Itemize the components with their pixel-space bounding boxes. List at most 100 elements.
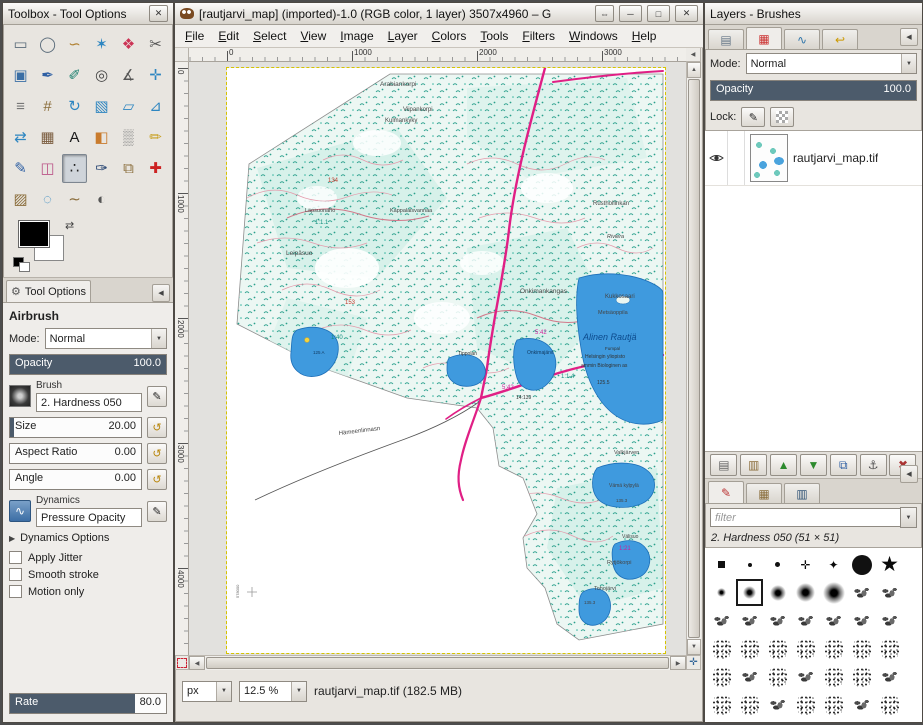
brush-item-33[interactable] — [848, 663, 875, 690]
scroll-left-arrow[interactable]: ◀ — [189, 656, 205, 670]
paint-mode-select[interactable]: Normal ▼ — [45, 328, 167, 349]
brush-item-28[interactable] — [708, 663, 735, 690]
anchor-layer-button[interactable]: ⚓ — [860, 454, 887, 476]
brush-item-35[interactable] — [708, 691, 735, 718]
brush-item-29[interactable] — [736, 663, 763, 690]
brush-item-41[interactable] — [876, 691, 903, 718]
tab-tool-options[interactable]: ⚙ Tool Options — [6, 280, 91, 302]
menu-help[interactable]: Help — [625, 27, 664, 45]
brush-item-14[interactable] — [708, 607, 735, 634]
brush-item-20[interactable] — [876, 607, 903, 634]
layers-titlebar[interactable]: Layers - Brushes — [705, 3, 922, 25]
vertical-scroll-thumb[interactable] — [688, 79, 700, 638]
tool-blend[interactable]: ▒ — [116, 123, 141, 152]
tool-shear[interactable]: ▱ — [116, 92, 141, 121]
brush-item-32[interactable] — [820, 663, 847, 690]
layer-thumbnail[interactable] — [750, 134, 788, 182]
brush-item-10[interactable] — [792, 579, 819, 606]
tool-alignment[interactable]: ≡ — [8, 92, 33, 121]
brush-item-4[interactable]: ✦ — [820, 551, 847, 578]
brush-item-12[interactable] — [848, 579, 875, 606]
brush-item-40[interactable] — [848, 691, 875, 718]
layers-tab[interactable]: ▤ — [708, 29, 744, 49]
new-layer-group-button[interactable]: ▥ — [740, 454, 767, 476]
tool-scale[interactable]: ▧ — [89, 92, 114, 121]
tool-text[interactable]: A — [62, 123, 87, 152]
tool-scissors-select[interactable]: ✂ — [143, 30, 168, 59]
channels-tab[interactable]: ▦ — [746, 27, 782, 49]
tool-rotate[interactable]: ↻ — [62, 92, 87, 121]
brush-item-17[interactable] — [792, 607, 819, 634]
brush-select[interactable]: 2. Hardness 050 — [36, 393, 142, 412]
brush-item-31[interactable] — [792, 663, 819, 690]
brush-item-39[interactable] — [820, 691, 847, 718]
brush-item-0[interactable] — [708, 551, 735, 578]
title-extra-button[interactable]: ⇔ — [595, 5, 614, 22]
tool-ink[interactable]: ✑ — [89, 154, 114, 183]
brush-item-18[interactable] — [820, 607, 847, 634]
tool-free-select[interactable]: ∽ — [62, 30, 87, 59]
brush-item-1[interactable] — [736, 551, 763, 578]
tool-measure[interactable]: ∡ — [116, 61, 141, 90]
menu-image[interactable]: Image — [333, 27, 380, 45]
visibility-toggle[interactable] — [705, 131, 728, 185]
toolbox-close-button[interactable]: ✕ — [149, 5, 168, 22]
brush-item-3[interactable]: ✛ — [792, 551, 819, 578]
swap-colors-button[interactable]: ⇄ — [65, 219, 74, 232]
brush-item-27[interactable] — [876, 635, 903, 662]
close-button[interactable]: ✕ — [675, 5, 698, 22]
tool-smudge[interactable]: ∼ — [62, 185, 87, 214]
image-page[interactable]: ArabiankorpiViipankorpiKulmankykyRusthol… — [227, 68, 665, 653]
brush-item-30[interactable] — [764, 663, 791, 690]
gradients-tab[interactable]: ▥ — [784, 483, 820, 503]
chevron-down-icon[interactable]: ▼ — [900, 507, 917, 528]
brush-item-8[interactable] — [736, 579, 763, 606]
reset-size-button[interactable]: ↺ — [147, 417, 167, 438]
menu-windows[interactable]: Windows — [562, 27, 625, 45]
unit-select[interactable]: px ▼ — [182, 681, 232, 702]
size-slider[interactable]: Size20.00 — [9, 417, 142, 438]
brush-item-6[interactable]: ★ — [876, 551, 903, 578]
vertical-scrollbar[interactable]: ▲ ▼ — [686, 62, 701, 655]
dynamics-options-expander[interactable]: ▶ Dynamics Options — [9, 532, 167, 544]
tool-paintbrush[interactable]: ✎ — [8, 154, 33, 183]
tool-fuzzy-select[interactable]: ✶ — [89, 30, 114, 59]
brush-item-5[interactable] — [848, 551, 875, 578]
checkbox-smooth-stroke[interactable]: Smooth stroke — [9, 566, 167, 583]
tool-heal[interactable]: ✚ — [143, 154, 168, 183]
tool-dodge-burn[interactable]: ◐ — [89, 185, 114, 214]
brush-item-9[interactable] — [764, 579, 791, 606]
brushes-menu-button[interactable]: ◀ — [900, 465, 918, 483]
aspect-ratio-slider[interactable]: Aspect Ratio0.00 — [9, 443, 142, 464]
lower-layer-button[interactable]: ▼ — [800, 454, 827, 476]
layer-name[interactable]: rautjarvi_map.tif — [793, 151, 878, 165]
tool-pencil[interactable]: ✏ — [143, 123, 168, 152]
brush-item-26[interactable] — [848, 635, 875, 662]
ruler-horizontal[interactable]: 0100020003000 — [189, 48, 686, 62]
tool-color-picker[interactable]: ✐ — [62, 61, 87, 90]
patterns-tab[interactable]: ▦ — [746, 483, 782, 503]
tool-perspective-clone[interactable]: ▨ — [8, 185, 33, 214]
minimize-button[interactable]: ─ — [619, 5, 642, 22]
tool-crop[interactable]: # — [35, 92, 60, 121]
brush-item-34[interactable] — [876, 663, 903, 690]
brush-preview[interactable] — [9, 385, 31, 407]
lock-pixels-button[interactable]: ✎ — [741, 107, 765, 127]
scroll-right-arrow[interactable]: ▶ — [670, 656, 686, 670]
brush-item-21[interactable] — [708, 635, 735, 662]
tool-airbrush[interactable]: ∴ — [62, 154, 87, 183]
tool-bucket-fill[interactable]: ◧ — [89, 123, 114, 152]
menu-select[interactable]: Select — [246, 27, 293, 45]
default-colors-button[interactable] — [13, 257, 29, 270]
toolbox-titlebar[interactable]: Toolbox - Tool Options ✕ — [3, 3, 173, 25]
horizontal-scroll-thumb[interactable] — [206, 657, 669, 669]
menu-tools[interactable]: Tools — [473, 27, 515, 45]
image-titlebar[interactable]: [rautjarvi_map] (imported)-1.0 (RGB colo… — [175, 3, 703, 25]
brush-item-19[interactable] — [848, 607, 875, 634]
ruler-vertical[interactable]: 01000200030004000 — [175, 62, 189, 655]
layer-opacity-slider[interactable]: Opacity100.0 — [710, 80, 917, 101]
brush-item-11[interactable] — [820, 579, 847, 606]
paths-tab[interactable]: ∿ — [784, 29, 820, 49]
checkbox-box-icon[interactable] — [9, 568, 22, 581]
brush-item-25[interactable] — [820, 635, 847, 662]
